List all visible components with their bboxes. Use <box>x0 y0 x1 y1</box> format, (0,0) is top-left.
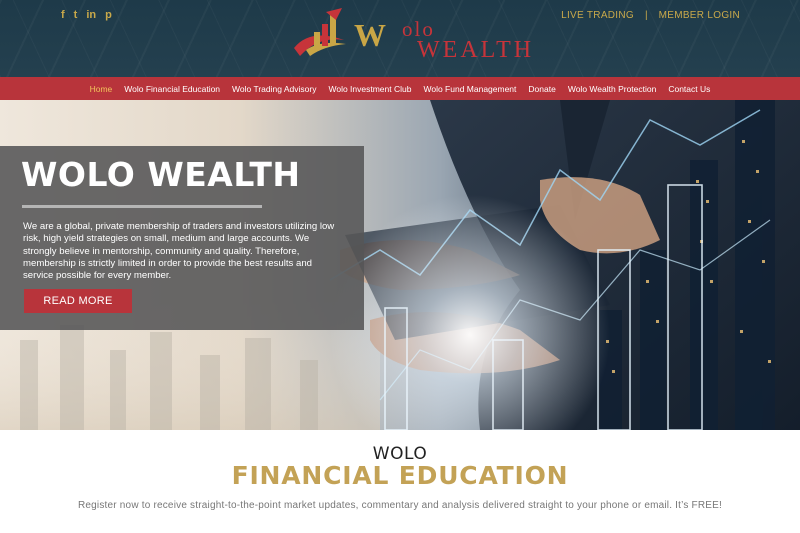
nav-item-financial-education[interactable]: Wolo Financial Education <box>118 84 226 94</box>
live-trading-link[interactable]: LIVE TRADING <box>561 10 634 21</box>
social-links: f t in p <box>61 9 112 21</box>
hero-info-card: WOLO WEALTH We are a global, private mem… <box>0 146 364 330</box>
section-heading: FINANCIAL EDUCATION <box>231 461 569 490</box>
nav-item-investment-club[interactable]: Wolo Investment Club <box>322 84 417 94</box>
hero-banner: WOLO WEALTH We are a global, private mem… <box>0 100 800 430</box>
twitter-icon[interactable]: t <box>74 9 78 21</box>
hero-title: WOLO WEALTH <box>21 155 301 194</box>
nav-item-fund-management[interactable]: Wolo Fund Management <box>417 84 522 94</box>
site-logo[interactable]: W olo WEALTH <box>290 6 535 66</box>
nav-item-donate[interactable]: Donate <box>522 84 561 94</box>
hero-divider <box>22 205 262 208</box>
hero-description: We are a global, private membership of t… <box>23 221 335 282</box>
facebook-icon[interactable]: f <box>61 9 65 21</box>
site-header: f t in p W olo WEALTH LIVE TRADING | MEM… <box>0 0 800 77</box>
pinterest-icon[interactable]: p <box>105 9 112 21</box>
top-links-separator: | <box>645 10 648 21</box>
logo-mark-icon <box>294 8 346 56</box>
linkedin-icon[interactable]: in <box>86 9 96 21</box>
nav-item-trading-advisory[interactable]: Wolo Trading Advisory <box>226 84 322 94</box>
read-more-button[interactable]: READ MORE <box>24 289 132 313</box>
nav-item-wealth-protection[interactable]: Wolo Wealth Protection <box>562 84 663 94</box>
logo-wordmark-wealth: WEALTH <box>417 37 535 63</box>
section-description: Register now to receive straight-to-the-… <box>77 500 722 511</box>
nav-item-home[interactable]: Home <box>84 84 119 94</box>
main-nav: Home Wolo Financial Education Wolo Tradi… <box>0 77 800 100</box>
top-links: LIVE TRADING | MEMBER LOGIN <box>561 10 740 21</box>
logo-wordmark-w: W <box>354 17 387 53</box>
member-login-link[interactable]: MEMBER LOGIN <box>659 10 740 21</box>
financial-education-section: WOLO FINANCIAL EDUCATION Register now to… <box>0 430 800 533</box>
nav-item-contact-us[interactable]: Contact Us <box>662 84 716 94</box>
